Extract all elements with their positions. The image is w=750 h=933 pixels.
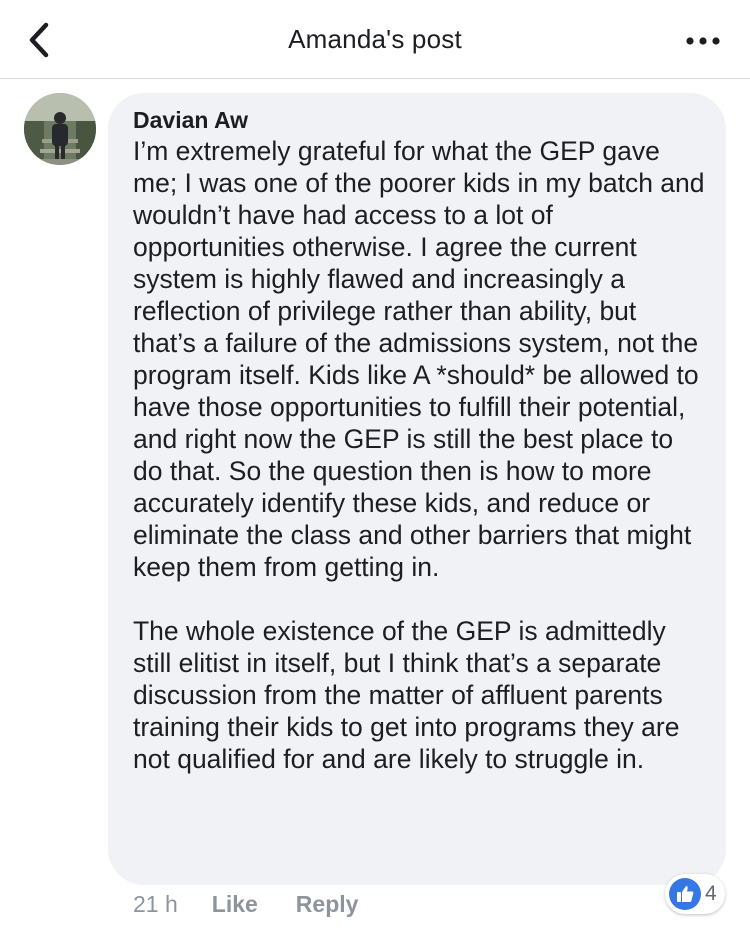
thumbs-up-icon <box>669 878 701 910</box>
comment-paragraph-1: I’m extremely grateful for what the GEP … <box>133 136 705 582</box>
like-button[interactable]: Like <box>212 888 258 920</box>
reaction-count: 4 <box>705 882 717 905</box>
profile-photo <box>24 93 96 165</box>
avatar[interactable] <box>24 93 96 165</box>
comment-bubble: Davian Aw I’m extremely grateful for wha… <box>108 93 726 885</box>
comment-timestamp[interactable]: 21 h <box>133 888 178 920</box>
page-title: Amanda's post <box>288 24 462 54</box>
reply-button[interactable]: Reply <box>296 888 359 920</box>
reaction-summary[interactable]: 4 <box>665 874 725 914</box>
comment-paragraph-2: The whole existence of the GEP is admitt… <box>133 616 680 774</box>
more-horizontal-icon <box>686 37 720 45</box>
more-options-button[interactable] <box>684 26 724 56</box>
comment-author[interactable]: Davian Aw <box>133 105 248 135</box>
comment-actions: 21 h Like Reply <box>133 888 396 920</box>
top-navigation-bar: Amanda's post <box>0 0 750 79</box>
